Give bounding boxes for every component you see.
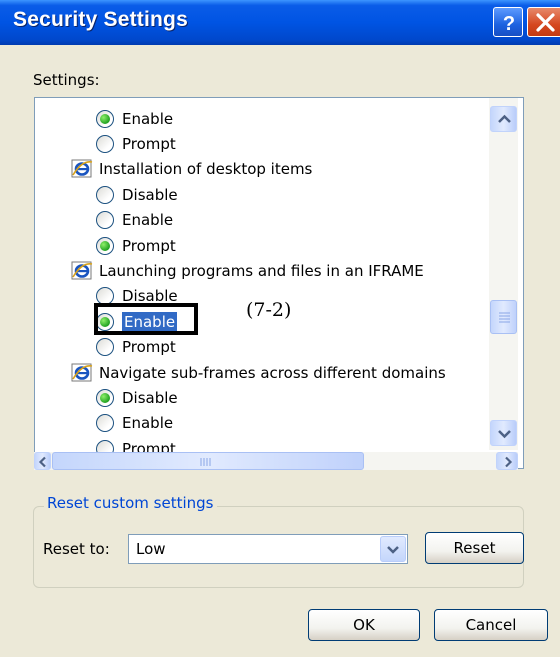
scroll-left-button[interactable]: [34, 452, 51, 470]
internet-explorer-icon: [71, 363, 93, 381]
annotation-highlight-box: [94, 303, 198, 335]
security-settings-dialog: Security Settings ? Settings: Enable Prom…: [0, 0, 560, 657]
close-x-icon: [536, 13, 555, 32]
group-title: Reset custom settings: [44, 494, 217, 512]
help-button[interactable]: ?: [493, 7, 523, 37]
setting-option-label: Prompt: [122, 439, 176, 453]
grip-icon: [499, 312, 510, 323]
settings-list[interactable]: Enable Prompt Installation of desktop item…: [34, 97, 524, 469]
question-mark-icon: ?: [503, 13, 515, 35]
close-button[interactable]: [527, 7, 560, 37]
scroll-down-button[interactable]: [490, 420, 517, 446]
setting-option[interactable]: Prompt: [96, 131, 176, 156]
radio-button[interactable]: [96, 414, 114, 433]
setting-option-label: Disable: [122, 185, 178, 204]
setting-option-label: Prompt: [122, 134, 176, 153]
setting-option[interactable]: Prompt: [96, 436, 176, 453]
scroll-right-button[interactable]: [496, 452, 518, 470]
dropdown-arrow-button[interactable]: [380, 536, 406, 562]
radio-button[interactable]: [96, 439, 114, 453]
radio-button[interactable]: [96, 211, 114, 230]
setting-option[interactable]: Enable: [96, 411, 173, 436]
radio-button[interactable]: [96, 236, 114, 255]
settings-label: Settings:: [33, 71, 100, 89]
setting-option[interactable]: Enable: [96, 106, 173, 131]
setting-option[interactable]: Prompt: [96, 233, 176, 258]
setting-option-label: Prompt: [122, 338, 176, 357]
chevron-left-icon: [38, 456, 46, 468]
chevron-down-icon: [498, 430, 511, 439]
horizontal-scroll-thumb[interactable]: [52, 452, 364, 470]
scroll-up-button[interactable]: [490, 106, 517, 132]
title-bar[interactable]: Security Settings ?: [0, 0, 560, 45]
vertical-scroll-thumb[interactable]: [490, 300, 517, 334]
chevron-up-icon: [498, 114, 511, 123]
setting-option[interactable]: Prompt: [96, 335, 176, 360]
window-title: Security Settings: [13, 8, 188, 31]
svg-text:?: ?: [503, 13, 515, 35]
radio-button[interactable]: [96, 134, 114, 153]
reset-button[interactable]: Reset: [425, 532, 524, 564]
setting-option-label: Enable: [122, 414, 174, 433]
setting-option[interactable]: Disable: [96, 182, 178, 207]
internet-explorer-icon: [71, 159, 93, 178]
setting-header-label: Launching programs and files in an IFRAM…: [99, 261, 424, 280]
cancel-button[interactable]: Cancel: [434, 609, 548, 641]
setting-header-label: Navigate sub-frames across different dom…: [99, 363, 446, 382]
chevron-right-icon: [505, 456, 513, 468]
radio-button[interactable]: [96, 338, 114, 357]
reset-to-label: Reset to:: [43, 540, 110, 558]
setting-header[interactable]: Installation of desktop items: [71, 157, 312, 182]
annotation-label: (7-2): [246, 299, 292, 321]
ok-button[interactable]: OK: [308, 609, 420, 641]
setting-header[interactable]: Launching programs and files in an IFRAM…: [71, 258, 424, 283]
setting-option[interactable]: Disable: [96, 385, 178, 410]
radio-button[interactable]: [96, 185, 114, 204]
horizontal-scrollbar[interactable]: [34, 452, 518, 470]
vertical-scrollbar[interactable]: [489, 98, 518, 450]
settings-list-viewport: Enable Prompt Installation of desktop item…: [35, 98, 523, 453]
setting-option-label: Disable: [122, 388, 178, 407]
reset-to-value: Low: [136, 540, 166, 558]
setting-option-label: Prompt: [122, 236, 176, 255]
setting-option-label: Enable: [122, 109, 174, 128]
setting-header-label: Installation of desktop items: [99, 160, 313, 179]
chevron-down-icon: [387, 546, 399, 554]
internet-explorer-icon: [71, 261, 93, 280]
setting-header[interactable]: Navigate sub-frames across different dom…: [71, 360, 446, 385]
grip-icon: [200, 458, 211, 466]
setting-option-label: Enable: [122, 211, 174, 230]
radio-button[interactable]: [96, 109, 114, 128]
radio-button[interactable]: [96, 388, 114, 407]
reset-to-dropdown[interactable]: Low: [128, 534, 408, 564]
setting-option[interactable]: Enable: [96, 208, 173, 233]
